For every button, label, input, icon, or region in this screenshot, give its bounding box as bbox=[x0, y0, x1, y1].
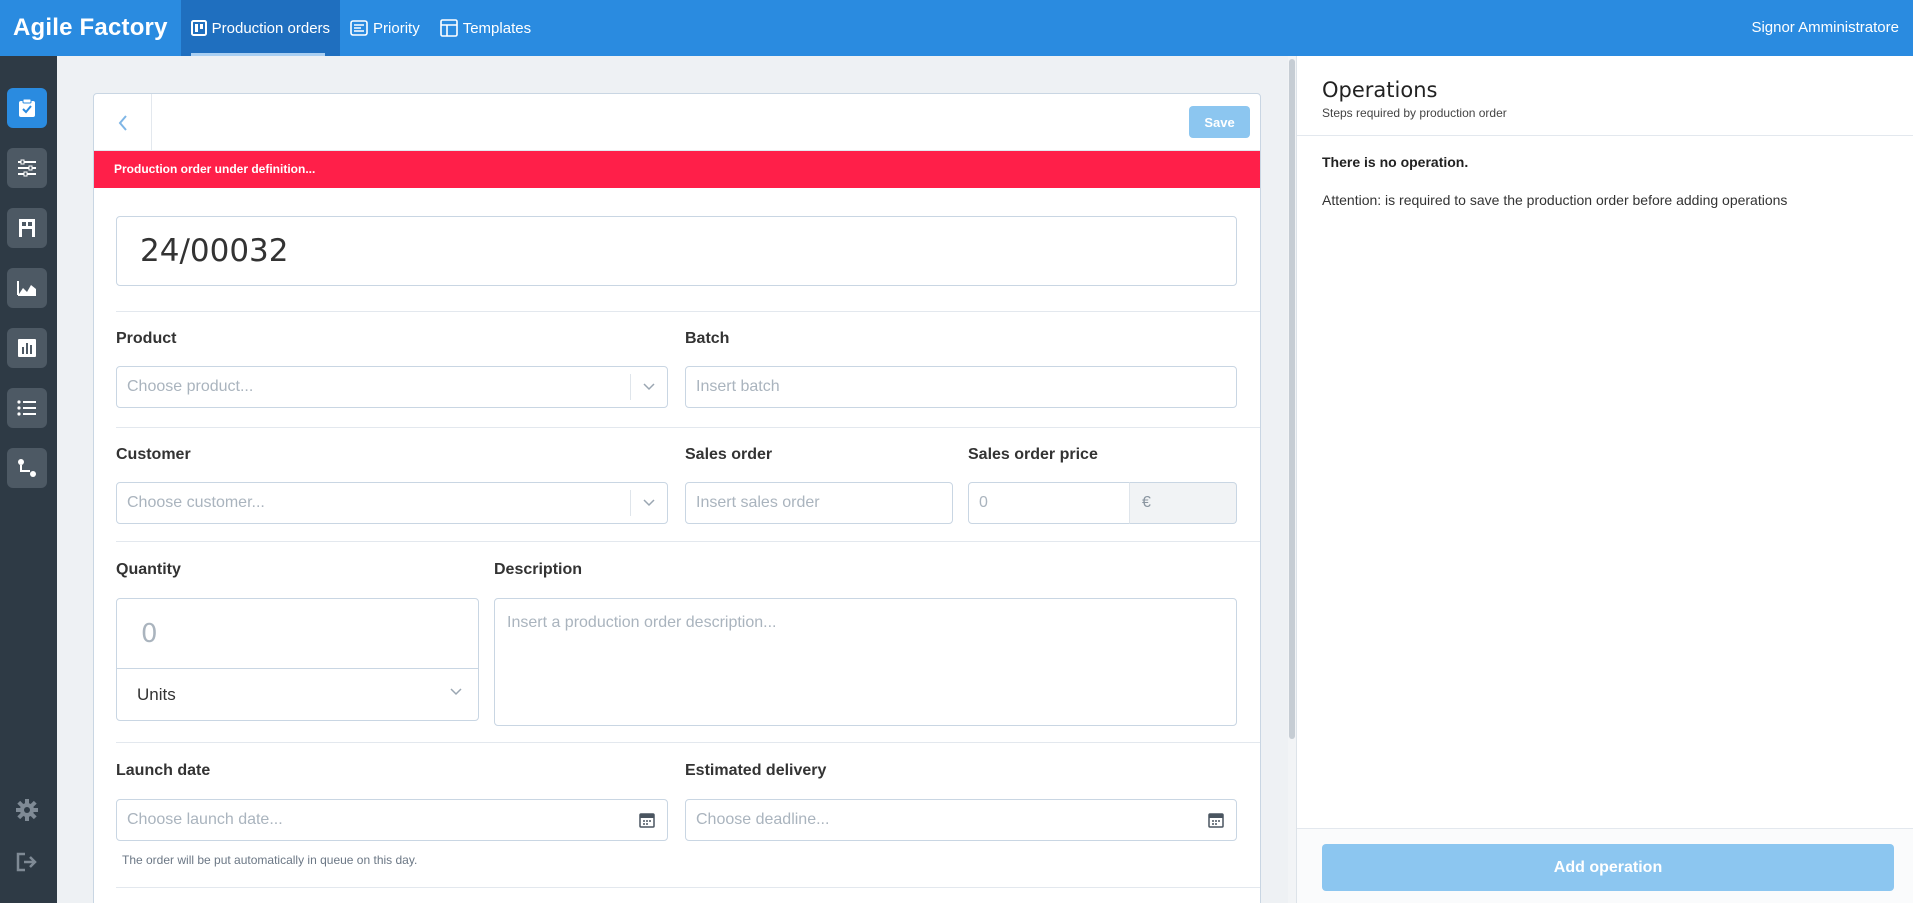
sidebar-item-reports[interactable] bbox=[7, 328, 47, 368]
unit-select[interactable]: Units bbox=[117, 669, 478, 720]
nav-label: Production orders bbox=[211, 19, 331, 37]
nav-label: Priority bbox=[373, 19, 420, 37]
sidebar-item-flow[interactable] bbox=[7, 448, 47, 488]
batch-label: Batch bbox=[685, 330, 730, 347]
main-scrollbar[interactable] bbox=[1288, 56, 1296, 903]
launch-date-label: Launch date bbox=[116, 762, 211, 779]
customer-select[interactable]: Choose customer... bbox=[116, 482, 668, 524]
sidebar-item-orders[interactable] bbox=[7, 88, 47, 128]
divider bbox=[116, 887, 1260, 888]
product-placeholder: Choose product... bbox=[127, 378, 254, 395]
currency-addon: € bbox=[1129, 482, 1237, 524]
product-select[interactable]: Choose product... bbox=[116, 366, 668, 408]
unit-value: Units bbox=[137, 685, 176, 704]
save-button[interactable]: Save bbox=[1189, 106, 1250, 138]
operations-panel: Operations Steps required by production … bbox=[1296, 56, 1913, 903]
launch-date-input[interactable]: Choose launch date... bbox=[116, 799, 668, 841]
customer-placeholder: Choose customer... bbox=[127, 494, 265, 511]
divider bbox=[116, 742, 1260, 743]
template-icon bbox=[439, 19, 458, 37]
estimated-delivery-placeholder: Choose deadline... bbox=[696, 811, 830, 828]
bar-chart-icon bbox=[18, 339, 36, 357]
operations-empty-message: There is no operation. bbox=[1322, 154, 1469, 170]
add-operation-button[interactable]: Add operation bbox=[1322, 844, 1894, 891]
estimated-delivery-input[interactable]: Choose deadline... bbox=[685, 799, 1237, 841]
gear-icon bbox=[16, 799, 38, 821]
sales-order-label: Sales order bbox=[685, 446, 773, 463]
quantity-input[interactable]: 0 bbox=[117, 599, 478, 669]
chevron-down-icon bbox=[450, 688, 462, 696]
back-button[interactable] bbox=[94, 94, 152, 151]
chevron-down-icon bbox=[630, 490, 667, 516]
clipboard-check-icon bbox=[19, 98, 35, 117]
launch-date-placeholder: Choose launch date... bbox=[127, 811, 283, 828]
priority-icon bbox=[350, 20, 368, 36]
operations-note: Attention: is required to save the produ… bbox=[1322, 192, 1788, 208]
sidebar-logout[interactable] bbox=[11, 846, 43, 878]
order-code-input[interactable]: 24/00032 bbox=[116, 216, 1237, 286]
product-label: Product bbox=[116, 330, 177, 347]
list-icon bbox=[17, 400, 36, 416]
area-chart-icon bbox=[17, 281, 36, 296]
operations-subtitle: Steps required by production order bbox=[1322, 106, 1507, 120]
user-menu[interactable]: Signor Amministratore bbox=[1751, 0, 1913, 56]
divider bbox=[116, 541, 1260, 542]
warehouse-icon bbox=[19, 219, 35, 237]
operations-body: There is no operation. Attention: is req… bbox=[1297, 136, 1913, 226]
operations-title: Operations bbox=[1322, 78, 1438, 102]
nav-production-orders[interactable]: Production orders bbox=[180, 0, 341, 56]
sales-order-price-input[interactable]: 0 bbox=[968, 482, 1130, 524]
sidebar-settings[interactable] bbox=[11, 794, 43, 826]
chevron-left-icon bbox=[118, 114, 127, 131]
main-nav: Production orders Priority Templates bbox=[180, 0, 541, 56]
form-header: Save bbox=[94, 94, 1260, 151]
production-order-form: Save Production order under definition..… bbox=[93, 93, 1261, 903]
quantity-label: Quantity bbox=[116, 561, 181, 578]
sidebar-item-settings-sliders[interactable] bbox=[7, 148, 47, 188]
batch-input[interactable]: Insert batch bbox=[685, 366, 1237, 408]
sidebar-item-production[interactable] bbox=[7, 268, 47, 308]
quantity-field: 0 Units bbox=[116, 598, 479, 721]
sidebar-item-warehouse[interactable] bbox=[7, 208, 47, 248]
divider bbox=[116, 311, 1260, 312]
sidebar bbox=[0, 56, 57, 903]
flow-icon bbox=[18, 459, 36, 477]
sales-order-price-label: Sales order price bbox=[968, 446, 1098, 463]
top-bar: Agile Factory Production orders Priority… bbox=[0, 0, 1913, 56]
operations-header: Operations Steps required by production … bbox=[1297, 56, 1913, 136]
nav-label: Templates bbox=[462, 19, 532, 37]
nav-templates[interactable]: Templates bbox=[430, 0, 541, 56]
board-icon bbox=[190, 20, 207, 36]
operations-footer: Add operation bbox=[1297, 828, 1913, 903]
sliders-icon bbox=[18, 159, 36, 177]
estimated-delivery-label: Estimated delivery bbox=[685, 762, 827, 779]
description-textarea[interactable]: Insert a production order description... bbox=[494, 598, 1237, 726]
customer-label: Customer bbox=[116, 446, 191, 463]
scrollbar-thumb[interactable] bbox=[1289, 59, 1295, 739]
divider bbox=[116, 427, 1260, 428]
status-alert: Production order under definition... bbox=[94, 151, 1260, 188]
sales-order-input[interactable]: Insert sales order bbox=[685, 482, 953, 524]
description-label: Description bbox=[494, 561, 583, 578]
launch-date-hint: The order will be put automatically in q… bbox=[122, 853, 418, 867]
chevron-down-icon bbox=[630, 374, 667, 400]
app-brand[interactable]: Agile Factory bbox=[0, 0, 181, 56]
calendar-icon bbox=[639, 813, 655, 828]
calendar-icon bbox=[1208, 813, 1224, 828]
sidebar-item-list[interactable] bbox=[7, 388, 47, 428]
nav-priority[interactable]: Priority bbox=[340, 0, 430, 56]
logout-icon bbox=[16, 852, 37, 872]
